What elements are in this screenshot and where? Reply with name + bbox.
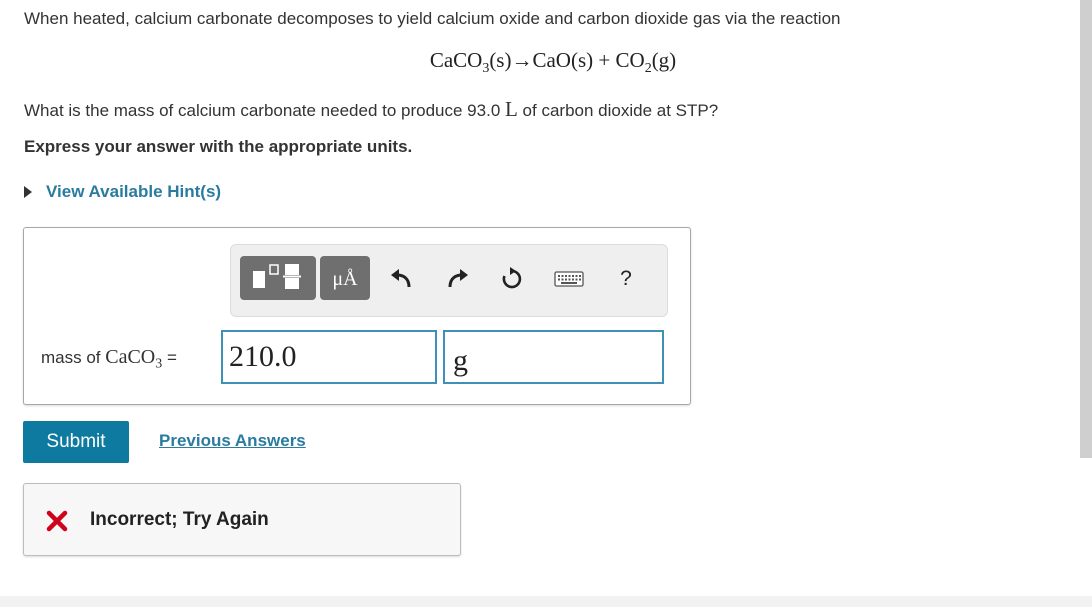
- redo-button[interactable]: [443, 264, 473, 294]
- keyboard-icon: [554, 271, 584, 287]
- value-input[interactable]: 210.0: [221, 330, 437, 384]
- answer-instruction: Express your answer with the appropriate…: [24, 137, 413, 156]
- question-unit: L: [505, 97, 518, 121]
- expand-triangle-icon: [24, 186, 32, 198]
- question-text-before: What is the mass of calcium carbonate ne…: [24, 101, 505, 120]
- previous-answers-link[interactable]: Previous Answers: [159, 431, 306, 451]
- eq-reactant-state: (s): [489, 48, 512, 72]
- view-hints-label: View Available Hint(s): [46, 182, 222, 201]
- answer-box: μÅ ? mass of CaCO3 = 210.0 g: [23, 227, 691, 405]
- eq-product2-state: (g): [651, 48, 677, 72]
- eq-arrow: →: [511, 48, 533, 72]
- templates-button[interactable]: [240, 256, 316, 300]
- reset-button[interactable]: [497, 264, 527, 294]
- answer-label: mass of CaCO3 =: [41, 346, 177, 372]
- reset-icon: [502, 267, 522, 289]
- problem-intro: When heated, calcium carbonate decompose…: [24, 9, 841, 28]
- eq-product2-sub: 2: [644, 61, 652, 77]
- submit-button[interactable]: Submit: [23, 421, 129, 463]
- answer-label-prefix: mass of: [41, 348, 106, 367]
- reaction-equation: CaCO3(s)→CaO(s) + CO2(g): [0, 48, 1092, 77]
- redo-icon: [448, 269, 468, 288]
- question-text-after: of carbon dioxide at STP?: [517, 101, 719, 120]
- eq-product2: CO: [615, 48, 645, 72]
- scrollbar[interactable]: [1080, 0, 1092, 458]
- feedback-message: Incorrect; Try Again: [90, 509, 269, 530]
- eq-product1: CaO: [532, 48, 571, 72]
- answer-label-chem: CaCO: [105, 346, 156, 368]
- undo-icon: [391, 269, 411, 288]
- keyboard-button[interactable]: [554, 264, 584, 294]
- templates-icon: [253, 264, 301, 289]
- eq-reactant: CaCO: [429, 48, 483, 72]
- eq-plus: +: [598, 48, 611, 72]
- units-button[interactable]: μÅ: [320, 256, 370, 300]
- answer-label-suffix: =: [162, 348, 177, 367]
- math-toolbar: μÅ ?: [230, 244, 668, 317]
- bottom-strip: [0, 596, 1092, 607]
- view-hints-link[interactable]: View Available Hint(s): [24, 182, 221, 202]
- unit-input[interactable]: g: [443, 330, 664, 384]
- feedback-box: Incorrect; Try Again: [23, 483, 461, 556]
- help-button[interactable]: ?: [611, 264, 641, 294]
- problem-question: What is the mass of calcium carbonate ne…: [24, 97, 718, 122]
- eq-product1-state: (s): [570, 48, 594, 72]
- undo-button[interactable]: [386, 264, 416, 294]
- incorrect-x-icon: [46, 510, 68, 532]
